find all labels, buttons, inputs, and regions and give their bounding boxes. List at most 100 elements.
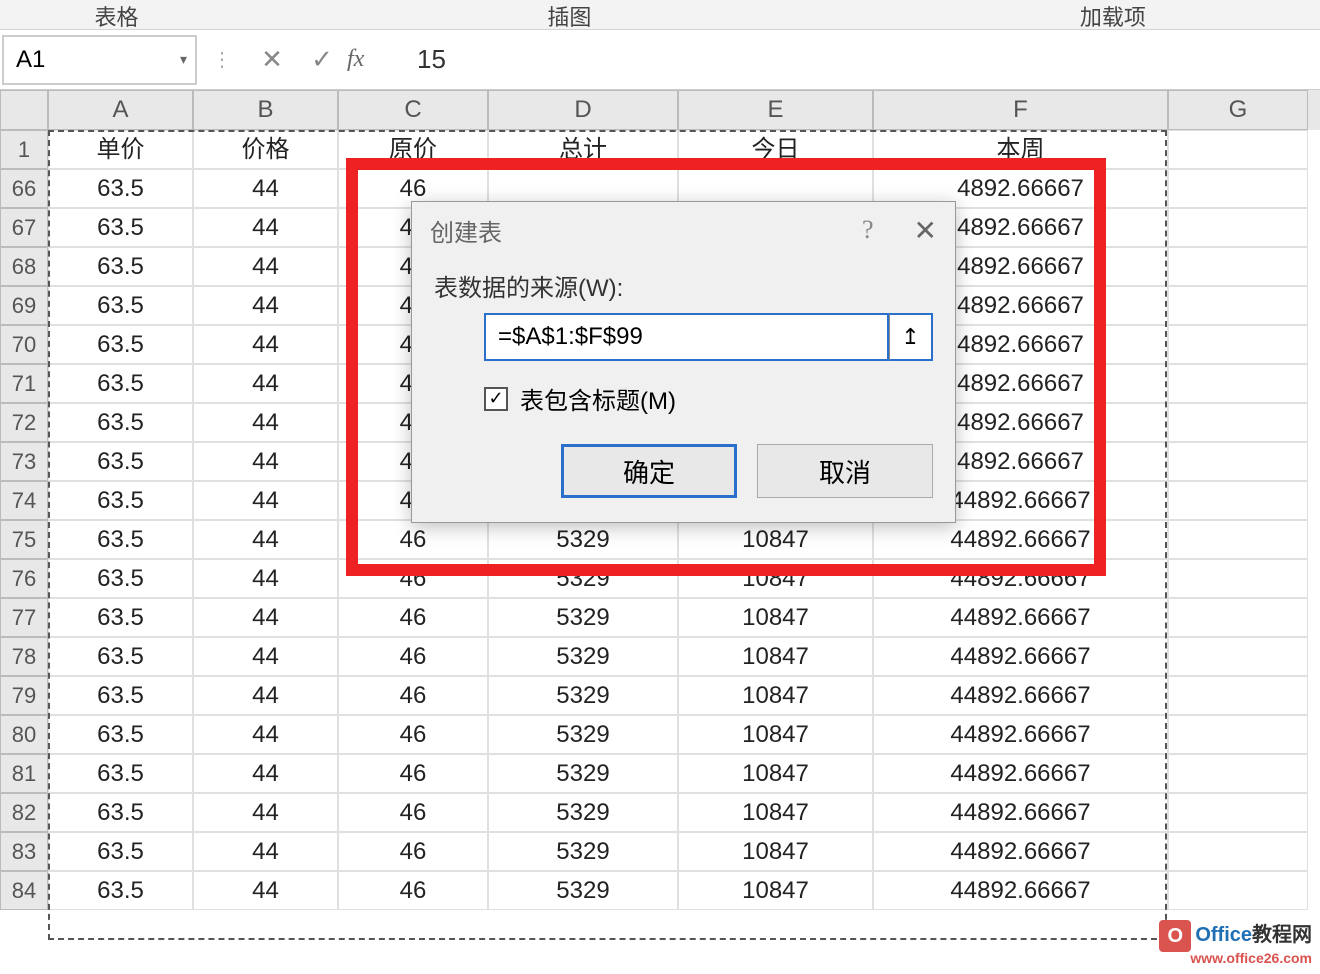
cell[interactable]: 5329 [488,793,678,832]
row-header[interactable]: 75 [0,520,48,559]
select-all-corner[interactable] [0,90,48,130]
cell[interactable]: 44 [193,403,338,442]
cell[interactable]: 10847 [678,754,873,793]
cell[interactable]: 46 [338,871,488,910]
cell[interactable]: 44 [193,754,338,793]
cell[interactable]: 44 [193,169,338,208]
cell[interactable]: 10847 [678,793,873,832]
row-header[interactable]: 78 [0,637,48,676]
cell[interactable]: 5329 [488,754,678,793]
cancel-button[interactable]: 取消 [757,444,933,498]
cell[interactable]: 63.5 [48,676,193,715]
cell[interactable]: 46 [338,676,488,715]
cell[interactable]: 10847 [678,559,873,598]
cell[interactable] [1168,403,1308,442]
row-header[interactable]: 70 [0,325,48,364]
cell[interactable]: 5329 [488,676,678,715]
cell[interactable]: 63.5 [48,793,193,832]
col-header-f[interactable]: F [873,90,1168,130]
cell[interactable]: 63.5 [48,754,193,793]
row-header[interactable]: 1 [0,130,48,169]
row-header[interactable]: 66 [0,169,48,208]
cell[interactable] [1168,754,1308,793]
row-header[interactable]: 72 [0,403,48,442]
row-header[interactable]: 67 [0,208,48,247]
row-header[interactable]: 71 [0,364,48,403]
fx-icon[interactable]: fx [347,46,397,73]
cell[interactable]: 44 [193,286,338,325]
cell[interactable]: 44892.66667 [873,676,1168,715]
cell[interactable] [1168,442,1308,481]
cell[interactable]: 63.5 [48,637,193,676]
row-header[interactable]: 81 [0,754,48,793]
cell[interactable]: 5329 [488,559,678,598]
cell[interactable]: 44 [193,325,338,364]
cell[interactable]: 63.5 [48,403,193,442]
cell[interactable]: 5329 [488,520,678,559]
cell[interactable]: 63.5 [48,247,193,286]
cell[interactable]: 63.5 [48,208,193,247]
cell[interactable]: 44 [193,676,338,715]
dialog-titlebar[interactable]: 创建表 ? ✕ [412,202,955,258]
cell[interactable]: 5329 [488,715,678,754]
cell[interactable]: 44 [193,871,338,910]
cell[interactable]: 本周 [873,130,1168,169]
cell[interactable]: 10847 [678,637,873,676]
cell[interactable]: 44 [193,715,338,754]
cell[interactable]: 10847 [678,598,873,637]
cell[interactable]: 5329 [488,871,678,910]
cell[interactable] [1168,520,1308,559]
cell[interactable]: 44 [193,208,338,247]
cell[interactable]: 44 [193,247,338,286]
ribbon-tab-addins[interactable]: 加载项 [906,0,1320,29]
cell[interactable]: 44 [193,559,338,598]
cell[interactable] [1168,793,1308,832]
row-header[interactable]: 74 [0,481,48,520]
cell[interactable]: 44 [193,793,338,832]
col-header-b[interactable]: B [193,90,338,130]
cell[interactable]: 63.5 [48,598,193,637]
cell[interactable] [1168,247,1308,286]
cell[interactable] [1168,559,1308,598]
cell[interactable]: 46 [338,598,488,637]
ok-button[interactable]: 确定 [561,444,737,498]
confirm-formula-icon[interactable]: ✓ [297,44,347,75]
cell[interactable]: 46 [338,832,488,871]
cell[interactable] [1168,637,1308,676]
cell[interactable]: 46 [338,520,488,559]
cell[interactable]: 63.5 [48,481,193,520]
row-header[interactable]: 73 [0,442,48,481]
cell[interactable]: 44892.66667 [873,871,1168,910]
ribbon-tab-tables[interactable]: 表格 [0,0,233,29]
cell[interactable] [1168,598,1308,637]
cell[interactable]: 46 [338,559,488,598]
row-header[interactable]: 80 [0,715,48,754]
cell[interactable]: 5329 [488,637,678,676]
col-header-e[interactable]: E [678,90,873,130]
source-range-input[interactable] [484,313,889,361]
col-header-a[interactable]: A [48,90,193,130]
cell[interactable]: 总计 [488,130,678,169]
cell[interactable] [1168,286,1308,325]
cell[interactable]: 10847 [678,520,873,559]
row-header[interactable]: 84 [0,871,48,910]
formula-input[interactable]: 15 [397,44,1320,75]
cell[interactable]: 10847 [678,676,873,715]
cell[interactable] [1168,130,1308,169]
row-header[interactable]: 68 [0,247,48,286]
cell[interactable] [1168,832,1308,871]
cell[interactable]: 10847 [678,871,873,910]
cell[interactable]: 单价 [48,130,193,169]
row-header[interactable]: 76 [0,559,48,598]
cell[interactable] [1168,676,1308,715]
row-header[interactable]: 69 [0,286,48,325]
cell[interactable]: 5329 [488,832,678,871]
cell[interactable]: 63.5 [48,364,193,403]
cell[interactable]: 63.5 [48,832,193,871]
cell[interactable]: 10847 [678,715,873,754]
cell[interactable]: 63.5 [48,286,193,325]
cell[interactable]: 46 [338,793,488,832]
cell[interactable]: 46 [338,715,488,754]
row-header[interactable]: 82 [0,793,48,832]
cell[interactable] [1168,208,1308,247]
